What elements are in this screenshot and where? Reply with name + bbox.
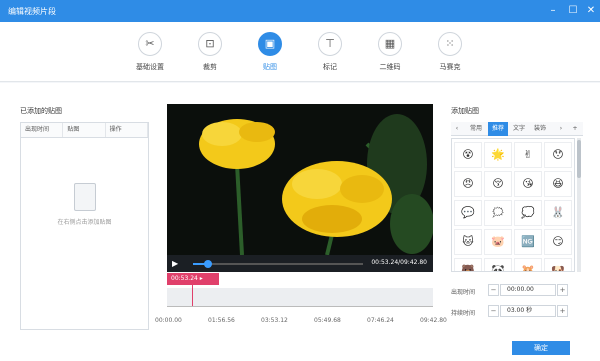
add-sticker-title: 添加贴图 <box>451 107 479 115</box>
tool-label: 基础设置 <box>136 63 164 71</box>
tool-label: 裁剪 <box>203 63 217 71</box>
sticker-item[interactable]: 🐹 <box>514 258 542 271</box>
sticker-item[interactable]: 🐶 <box>544 258 572 271</box>
sticker-item[interactable]: 😵 <box>454 142 482 168</box>
close-icon[interactable]: ✕ <box>584 4 598 18</box>
sticker-item[interactable]: 😚 <box>484 171 512 197</box>
tick-label: 09:42.80 <box>420 317 447 324</box>
crop-icon: ⊡ <box>198 32 222 56</box>
mosaic-icon: ⁙ <box>438 32 462 56</box>
added-stickers-title: 已添加的贴图 <box>20 107 62 115</box>
tick-label: 05:49.68 <box>314 317 341 324</box>
column-header[interactable]: 操作 <box>106 123 148 137</box>
progress-track[interactable] <box>193 260 363 268</box>
tool-qrcode[interactable]: ▦ 二维码 <box>360 32 420 72</box>
tick-label: 03:53.12 <box>261 317 288 324</box>
sticker-tabs: ‹ 常用 推荐 文字 装饰 › + <box>451 122 583 136</box>
appear-time-input[interactable]: 00:00.00 <box>500 284 556 296</box>
tool-mosaic[interactable]: ⁙ 马赛克 <box>420 32 480 72</box>
tool-label: 贴图 <box>263 63 277 71</box>
column-header[interactable]: 贴图 <box>63 123 106 137</box>
progress-knob[interactable] <box>204 260 213 268</box>
tool-mark[interactable]: ⊤ 标记 <box>300 32 360 72</box>
tick-label: 00:00.00 <box>155 317 182 324</box>
sticker-item[interactable]: 🆖 <box>514 229 542 255</box>
appear-time-label: 出现时间 <box>451 289 476 296</box>
plus-button[interactable]: + <box>557 284 568 296</box>
timeline-track[interactable] <box>167 288 433 306</box>
tabs-next-icon[interactable]: › <box>555 122 567 136</box>
maximize-icon[interactable]: ☐ <box>566 4 580 18</box>
play-icon[interactable]: ▶ <box>172 259 178 268</box>
scissors-icon: ✂ <box>138 32 162 56</box>
qrcode-icon: ▦ <box>378 32 402 56</box>
empty-state: 在右侧点击添加贴图 <box>21 183 148 226</box>
playhead-time: 00:53.24 <box>171 275 198 282</box>
window-title: 编辑视频片段 <box>8 7 56 16</box>
tool-tabs: ✂ 基础设置 ⊡ 裁剪 ▣ 贴图 ⊤ 标记 ▦ 二维码 ⁙ 马赛克 <box>0 22 600 82</box>
sticker-item[interactable]: 💬 <box>454 200 482 226</box>
sticker-item[interactable]: 😆 <box>544 171 572 197</box>
tick-label: 01:56.56 <box>208 317 235 324</box>
add-icon[interactable]: + <box>569 122 581 136</box>
sticker-item[interactable]: 😯 <box>544 142 572 168</box>
tab-common[interactable]: 常用 <box>465 122 487 136</box>
tab-recommended[interactable]: 推荐 <box>488 122 508 136</box>
sticker-item[interactable]: ✌ <box>514 142 542 168</box>
sticker-item[interactable]: 🐱 <box>454 229 482 255</box>
scrollbar-thumb[interactable] <box>577 140 581 178</box>
sticker-item[interactable]: 😠 <box>454 171 482 197</box>
tool-label: 马赛克 <box>439 63 461 71</box>
sticker-grid: 😵 🌟 ✌ 😯 😠 😚 😘 😆 💬 🗯 💭 🐰 🐱 🐷 🆖 😏 🐻 🐼 🐹 🐶 <box>451 138 575 272</box>
editor-window: 编辑视频片段 – ☐ ✕ ✂ 基础设置 ⊡ 裁剪 ▣ 贴图 ⊤ 标记 ▦ 二维码… <box>0 0 600 361</box>
confirm-button[interactable]: 确定 <box>512 341 570 355</box>
playhead-marker[interactable]: 00:53.24 ▸ <box>167 273 219 285</box>
image-icon: ▣ <box>258 32 282 56</box>
plus-button[interactable]: + <box>557 305 568 317</box>
tool-label: 标记 <box>323 63 337 71</box>
duration-label: 持续时间 <box>451 310 476 317</box>
sticker-item[interactable]: 🐰 <box>544 200 572 226</box>
added-stickers-table: 出现时间 贴图 操作 在右侧点击添加贴图 <box>20 122 149 330</box>
tab-decoration[interactable]: 装饰 <box>530 122 550 136</box>
video-preview[interactable] <box>167 104 433 255</box>
pin-icon: ⊤ <box>318 32 342 56</box>
sticker-scrollbar[interactable] <box>577 138 581 272</box>
sticker-item[interactable]: 🐷 <box>484 229 512 255</box>
flower-image <box>167 104 433 255</box>
sticker-item[interactable]: 🌟 <box>484 142 512 168</box>
column-header[interactable]: 出现时间 <box>21 123 64 137</box>
tool-basic-settings[interactable]: ✂ 基础设置 <box>120 32 180 72</box>
empty-hint: 在右侧点击添加贴图 <box>57 219 112 226</box>
sticker-item[interactable]: 🗯 <box>484 200 512 226</box>
document-icon <box>73 183 96 211</box>
sticker-item[interactable]: 🐻 <box>454 258 482 271</box>
tabs-prev-icon[interactable]: ‹ <box>451 122 463 136</box>
tool-sticker[interactable]: ▣ 贴图 <box>240 32 300 72</box>
tick-label: 07:46.24 <box>367 317 394 324</box>
tool-crop[interactable]: ⊡ 裁剪 <box>180 32 240 72</box>
timeline-ruler <box>167 306 433 314</box>
sticker-item[interactable]: 💭 <box>514 200 542 226</box>
time-display: 00:53.24/09:42.80 <box>371 259 427 266</box>
minus-button[interactable]: − <box>488 284 499 296</box>
minus-button[interactable]: − <box>488 305 499 317</box>
sticker-item[interactable]: 😏 <box>544 229 572 255</box>
table-header: 出现时间 贴图 操作 <box>21 123 148 138</box>
watermark: PConline <box>508 318 588 337</box>
sticker-item[interactable]: 😘 <box>514 171 542 197</box>
player-controls: ▶ 00:53.24/09:42.80 <box>167 255 433 272</box>
title-bar: 编辑视频片段 – ☐ ✕ <box>0 0 600 22</box>
tool-label: 二维码 <box>379 63 401 71</box>
duration-input[interactable]: 03.00 秒 <box>500 305 556 317</box>
sticker-item[interactable]: 🐼 <box>484 258 512 271</box>
playhead-line <box>192 285 193 307</box>
minimize-icon[interactable]: – <box>546 4 560 18</box>
tab-text[interactable]: 文字 <box>509 122 529 136</box>
